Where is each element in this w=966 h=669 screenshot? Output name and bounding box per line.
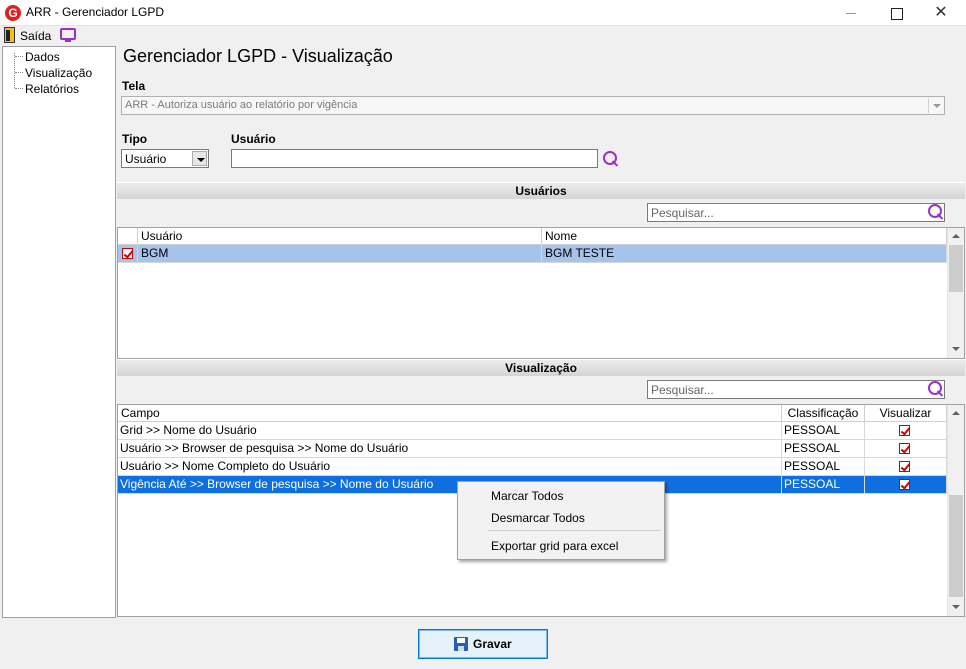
cell-classificacao: PESSOAL	[782, 440, 865, 457]
tree-connector	[15, 88, 23, 89]
page-title: Gerenciador LGPD - Visualização	[123, 46, 393, 66]
maximize-button[interactable]	[873, 0, 919, 26]
usuario-label: Usuário	[231, 132, 276, 146]
header-campo[interactable]: Campo	[118, 405, 782, 422]
header-nome[interactable]: Nome	[542, 228, 947, 245]
search-icon[interactable]	[928, 204, 944, 220]
exit-button[interactable]: Saída	[20, 29, 51, 43]
scroll-up-icon[interactable]	[948, 405, 964, 421]
tree-connector	[15, 72, 23, 73]
scroll-up-icon[interactable]	[948, 228, 964, 244]
cell-classificacao: PESSOAL	[782, 422, 865, 439]
window-title: ARR - Gerenciador LGPD	[26, 5, 165, 19]
header-visualizar[interactable]: Visualizar	[865, 405, 947, 422]
scroll-down-icon[interactable]	[948, 341, 964, 357]
cell-usuario: BGM	[138, 245, 542, 262]
checkbox[interactable]	[899, 425, 910, 436]
scroll-down-icon[interactable]	[948, 599, 964, 615]
monitor-icon[interactable]	[60, 28, 76, 42]
header-check	[118, 228, 138, 245]
close-button[interactable]: ✕	[918, 0, 964, 26]
grid-header: Campo Classificação Visualizar	[118, 405, 947, 422]
floppy-disk-icon	[454, 637, 468, 651]
tipo-label: Tipo	[122, 132, 148, 146]
table-row[interactable]: Usuário >> Browser de pesquisa >> Nome d…	[118, 440, 947, 458]
navigation-tree: Dados Visualização Relatórios	[2, 46, 116, 618]
tree-connector	[14, 53, 15, 88]
header-usuario[interactable]: Usuário	[138, 228, 542, 245]
tree-connector	[15, 56, 23, 57]
toolbar: Saída	[0, 26, 966, 46]
tela-label: Tela	[122, 79, 146, 93]
usuarios-section-header: Usuários	[117, 182, 965, 199]
menu-item-desmarcar-todos[interactable]: Desmarcar Todos	[491, 511, 585, 525]
app-logo-icon: G	[5, 5, 21, 21]
visualizacao-section-header: Visualização	[117, 359, 965, 376]
table-row[interactable]: BGM BGM TESTE	[118, 245, 947, 263]
cell-visualizar[interactable]	[865, 422, 947, 439]
checkbox[interactable]	[122, 248, 133, 259]
checkbox[interactable]	[899, 461, 910, 472]
vertical-scrollbar[interactable]	[947, 228, 964, 358]
header-classificacao[interactable]: Classificação	[782, 405, 865, 422]
cell-campo: Usuário >> Nome Completo do Usuário	[118, 458, 782, 475]
tipo-select[interactable]: Usuário	[121, 149, 209, 168]
menu-item-exportar-excel[interactable]: Exportar grid para excel	[491, 539, 618, 553]
tree-item-dados[interactable]: Dados	[25, 50, 60, 64]
menu-separator	[488, 530, 661, 531]
tree-item-visualizacao[interactable]: Visualização	[25, 66, 92, 80]
cell-classificacao: PESSOAL	[782, 458, 865, 475]
scroll-thumb[interactable]	[949, 245, 963, 292]
chevron-down-icon[interactable]	[192, 151, 207, 166]
search-icon[interactable]	[603, 151, 619, 167]
usuarios-grid: Usuário Nome BGM BGM TESTE	[117, 227, 965, 359]
tree-item-relatorios[interactable]: Relatórios	[25, 82, 79, 96]
usuarios-search-input[interactable]: Pesquisar...	[647, 203, 945, 222]
cell-visualizar[interactable]	[865, 440, 947, 457]
cell-nome: BGM TESTE	[542, 245, 947, 262]
menu-item-marcar-todos[interactable]: Marcar Todos	[491, 489, 563, 503]
row-check-cell[interactable]	[118, 245, 138, 262]
checkbox[interactable]	[899, 443, 910, 454]
exit-door-icon[interactable]	[4, 27, 15, 43]
table-row[interactable]: Grid >> Nome do Usuário PESSOAL	[118, 422, 947, 440]
context-menu: Marcar Todos Desmarcar Todos Exportar gr…	[457, 481, 665, 560]
grid-header: Usuário Nome	[118, 228, 947, 245]
chevron-down-icon[interactable]	[928, 98, 943, 113]
checkbox[interactable]	[899, 479, 910, 490]
cell-campo: Grid >> Nome do Usuário	[118, 422, 782, 439]
vertical-scrollbar[interactable]	[947, 405, 964, 616]
cell-campo: Vigência Até >> Browser de pesquisa >> N…	[118, 476, 782, 493]
tela-select-value: ARR - Autoriza usuário ao relatório por …	[125, 99, 358, 111]
cell-visualizar[interactable]	[865, 458, 947, 475]
cell-visualizar[interactable]	[865, 476, 947, 493]
minimize-button[interactable]	[828, 0, 874, 26]
usuario-input[interactable]	[231, 149, 598, 168]
table-row[interactable]: Usuário >> Nome Completo do Usuário PESS…	[118, 458, 947, 476]
search-icon[interactable]	[928, 381, 944, 397]
tela-select[interactable]: ARR - Autoriza usuário ao relatório por …	[121, 96, 945, 115]
save-button-label: Gravar	[473, 637, 512, 651]
cell-campo: Usuário >> Browser de pesquisa >> Nome d…	[118, 440, 782, 457]
cell-classificacao: PESSOAL	[782, 476, 865, 493]
tipo-select-value: Usuário	[125, 152, 167, 166]
scroll-thumb[interactable]	[949, 495, 963, 597]
visualizacao-search-input[interactable]: Pesquisar...	[647, 380, 945, 399]
save-button[interactable]: Gravar	[418, 629, 548, 659]
title-bar: G ARR - Gerenciador LGPD ✕	[0, 0, 966, 26]
